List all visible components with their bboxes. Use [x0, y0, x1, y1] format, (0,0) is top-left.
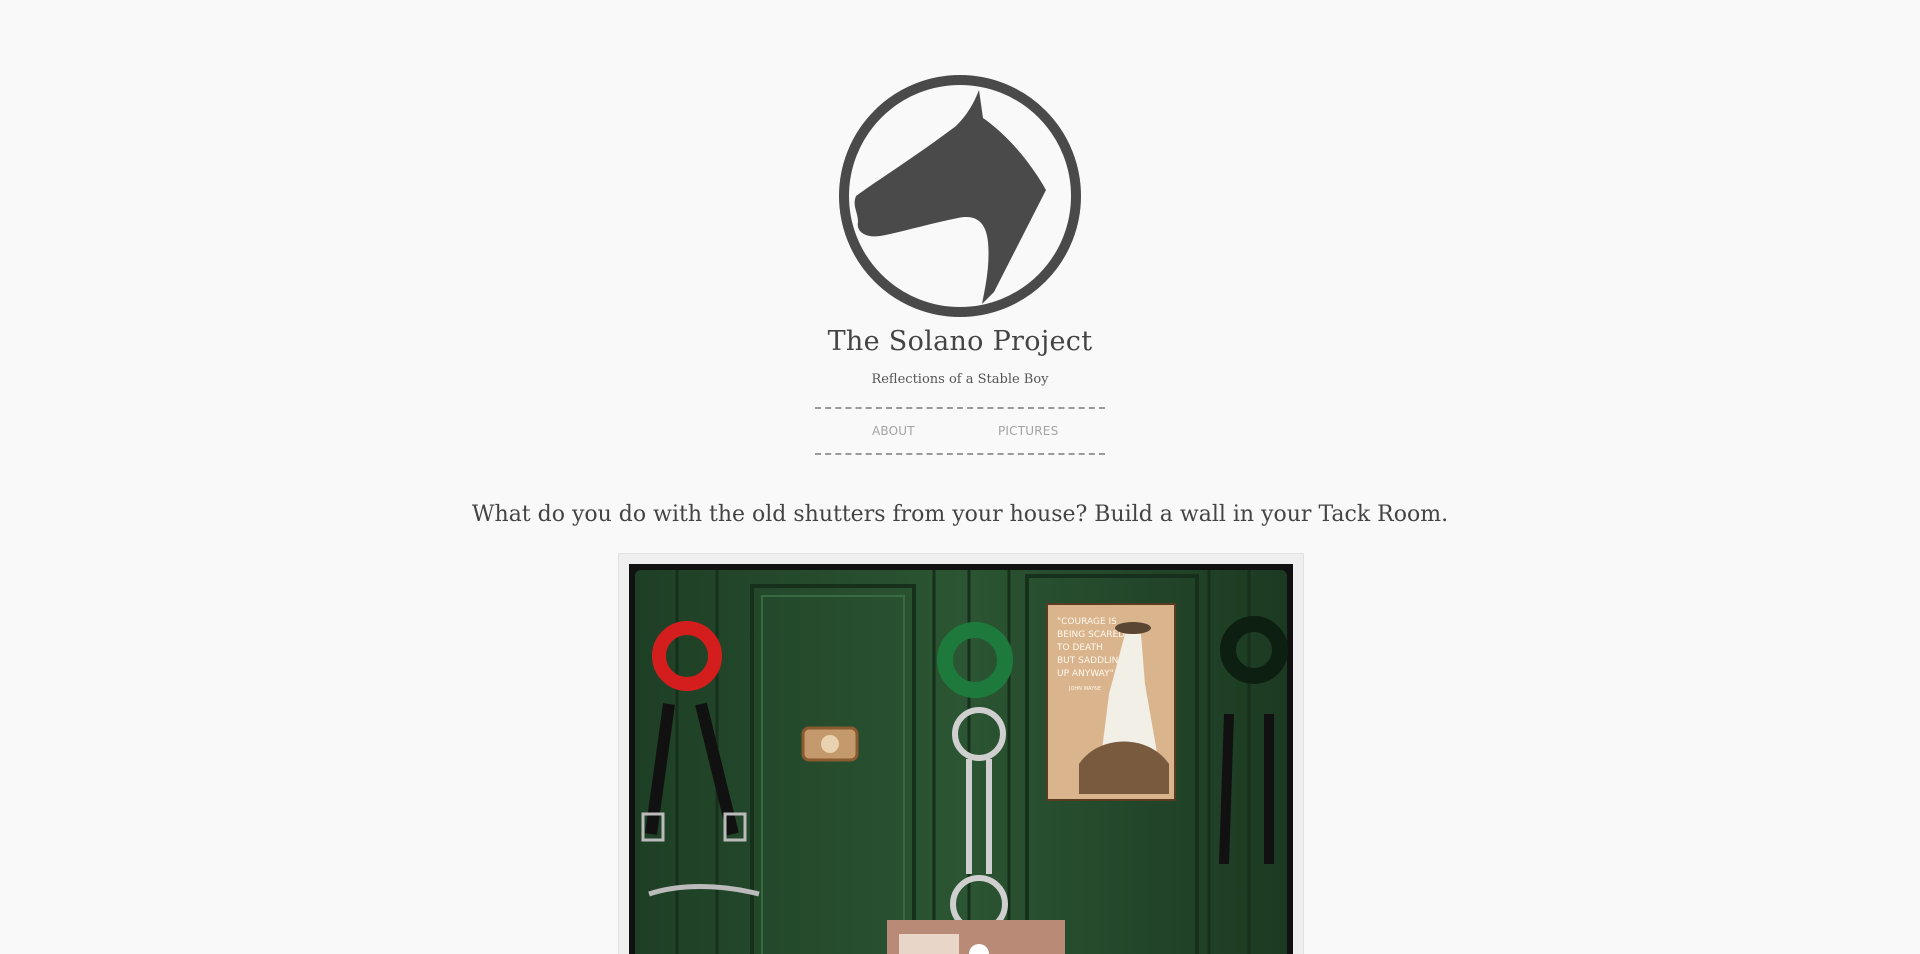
svg-text:UP ANYWAY": UP ANYWAY" [1057, 669, 1114, 679]
svg-text:TO DEATH: TO DEATH [1056, 643, 1103, 653]
main-nav: ABOUT PICTURES [815, 407, 1105, 455]
svg-text:"COURAGE IS: "COURAGE IS [1057, 617, 1117, 627]
site-tagline: Reflections of a Stable Boy [871, 372, 1049, 387]
svg-text:BEING SCARED: BEING SCARED [1057, 630, 1125, 640]
nav-pictures-link[interactable]: PICTURES [998, 424, 1058, 438]
site-title[interactable]: The Solano Project [0, 326, 1920, 357]
nav-about-link[interactable]: ABOUT [872, 424, 915, 438]
post-title[interactable]: What do you do with the old shutters fro… [0, 502, 1920, 527]
svg-text:JOHN WAYNE: JOHN WAYNE [1068, 686, 1101, 692]
tack-room-photo[interactable]: "COURAGE IS BEING SCARED TO DEATH BUT SA… [629, 564, 1293, 954]
horse-head-icon[interactable] [836, 72, 1084, 320]
svg-text:BUT SADDLING: BUT SADDLING [1057, 656, 1125, 666]
post-photo-frame: "COURAGE IS BEING SCARED TO DEATH BUT SA… [618, 553, 1304, 954]
